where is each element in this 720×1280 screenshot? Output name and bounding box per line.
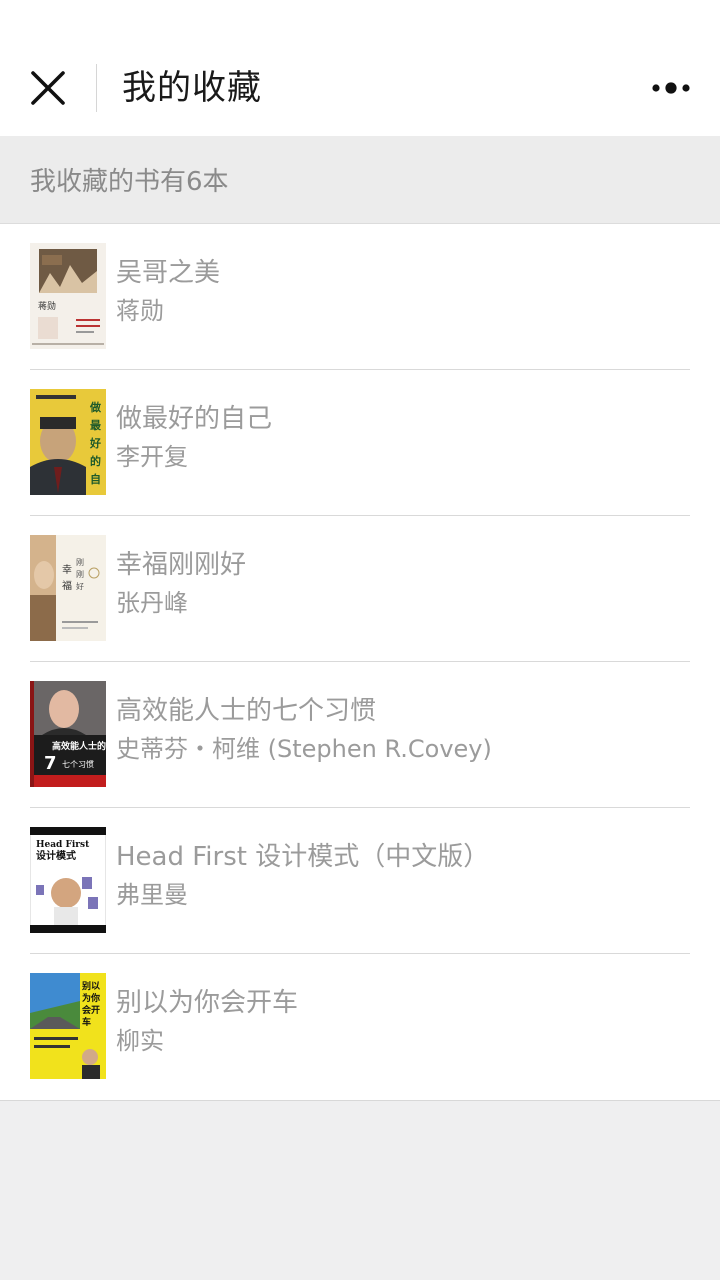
svg-text:最: 最 [90, 419, 102, 432]
book-item[interactable]: 幸 福 刚 刚 好 幸福刚刚好 张丹峰 [0, 516, 720, 662]
book-item[interactable]: 做 最 好 的 自 做最好的自己 李开复 [0, 370, 720, 516]
favorites-summary: 我收藏的书有6本 [0, 136, 720, 224]
page-title: 我的收藏 [122, 68, 262, 108]
book-cover-text: 蒋勋 [38, 300, 56, 312]
svg-text:高效能人士的: 高效能人士的 [52, 740, 106, 752]
favorites-count-text: 我收藏的书有6本 [30, 167, 229, 197]
svg-text:刚: 刚 [76, 558, 84, 567]
nav-bar: 我的收藏 [0, 0, 720, 136]
svg-text:Head First: Head First [36, 840, 90, 850]
svg-text:刚: 刚 [76, 570, 84, 579]
book-cover: 高效能人士的 7 七个习惯 [30, 681, 106, 787]
svg-text:自: 自 [90, 472, 101, 486]
close-button[interactable] [20, 60, 76, 116]
svg-text:为你: 为你 [82, 992, 100, 1004]
svg-text:会开: 会开 [82, 1004, 100, 1016]
book-title: 别以为你会开车 [116, 988, 299, 1018]
book-title: 幸福刚刚好 [116, 550, 247, 580]
book-title: Head First 设计模式（中文版） [116, 842, 490, 872]
book-item[interactable]: Head First 设计模式 Head First 设计模式（中文版） 弗里曼 [0, 808, 720, 954]
svg-text:好: 好 [76, 581, 84, 591]
svg-text:的: 的 [90, 454, 101, 468]
book-author: 弗里曼 [116, 881, 188, 909]
book-cover: 做 最 好 的 自 [30, 389, 106, 495]
svg-text:幸: 幸 [62, 564, 72, 576]
svg-text:别以: 别以 [81, 980, 100, 992]
book-cover: Head First 设计模式 [30, 827, 106, 933]
header-divider [96, 64, 97, 112]
book-author: 蒋勋 [116, 297, 164, 325]
book-cover-text: 做 [89, 400, 102, 414]
more-icon [652, 82, 690, 94]
book-item[interactable]: 蒋勋 吴哥之美 蒋勋 [0, 224, 720, 370]
book-title: 高效能人士的七个习惯 [116, 696, 377, 726]
book-item[interactable]: 高效能人士的 7 七个习惯 高效能人士的七个习惯 史蒂芬・柯维 (Stephen… [0, 662, 720, 808]
book-author: 张丹峰 [116, 589, 188, 617]
book-author: 李开复 [116, 443, 188, 471]
close-icon [31, 71, 65, 105]
svg-text:福: 福 [62, 579, 72, 592]
svg-text:车: 车 [82, 1016, 91, 1028]
book-list: 蒋勋 吴哥之美 蒋勋 做 最 好 的 自 做最好的自己 李开复 幸 福 刚 刚 … [0, 224, 720, 1101]
book-author: 史蒂芬・柯维 (Stephen R.Covey) [116, 735, 492, 763]
svg-text:好: 好 [89, 436, 101, 450]
book-title: 做最好的自己 [116, 404, 273, 434]
book-item[interactable]: 别以 为你 会开 车 别以为你会开车 柳实 [0, 954, 720, 1100]
svg-text:设计模式: 设计模式 [36, 849, 76, 862]
book-cover: 蒋勋 [30, 243, 106, 349]
book-title: 吴哥之美 [116, 258, 221, 288]
more-button[interactable] [644, 64, 700, 112]
svg-text:七个习惯: 七个习惯 [62, 759, 94, 769]
book-cover: 幸 福 刚 刚 好 [30, 535, 106, 641]
book-author: 柳实 [116, 1027, 164, 1055]
book-cover: 别以 为你 会开 车 [30, 973, 106, 1079]
svg-text:7: 7 [44, 753, 57, 774]
